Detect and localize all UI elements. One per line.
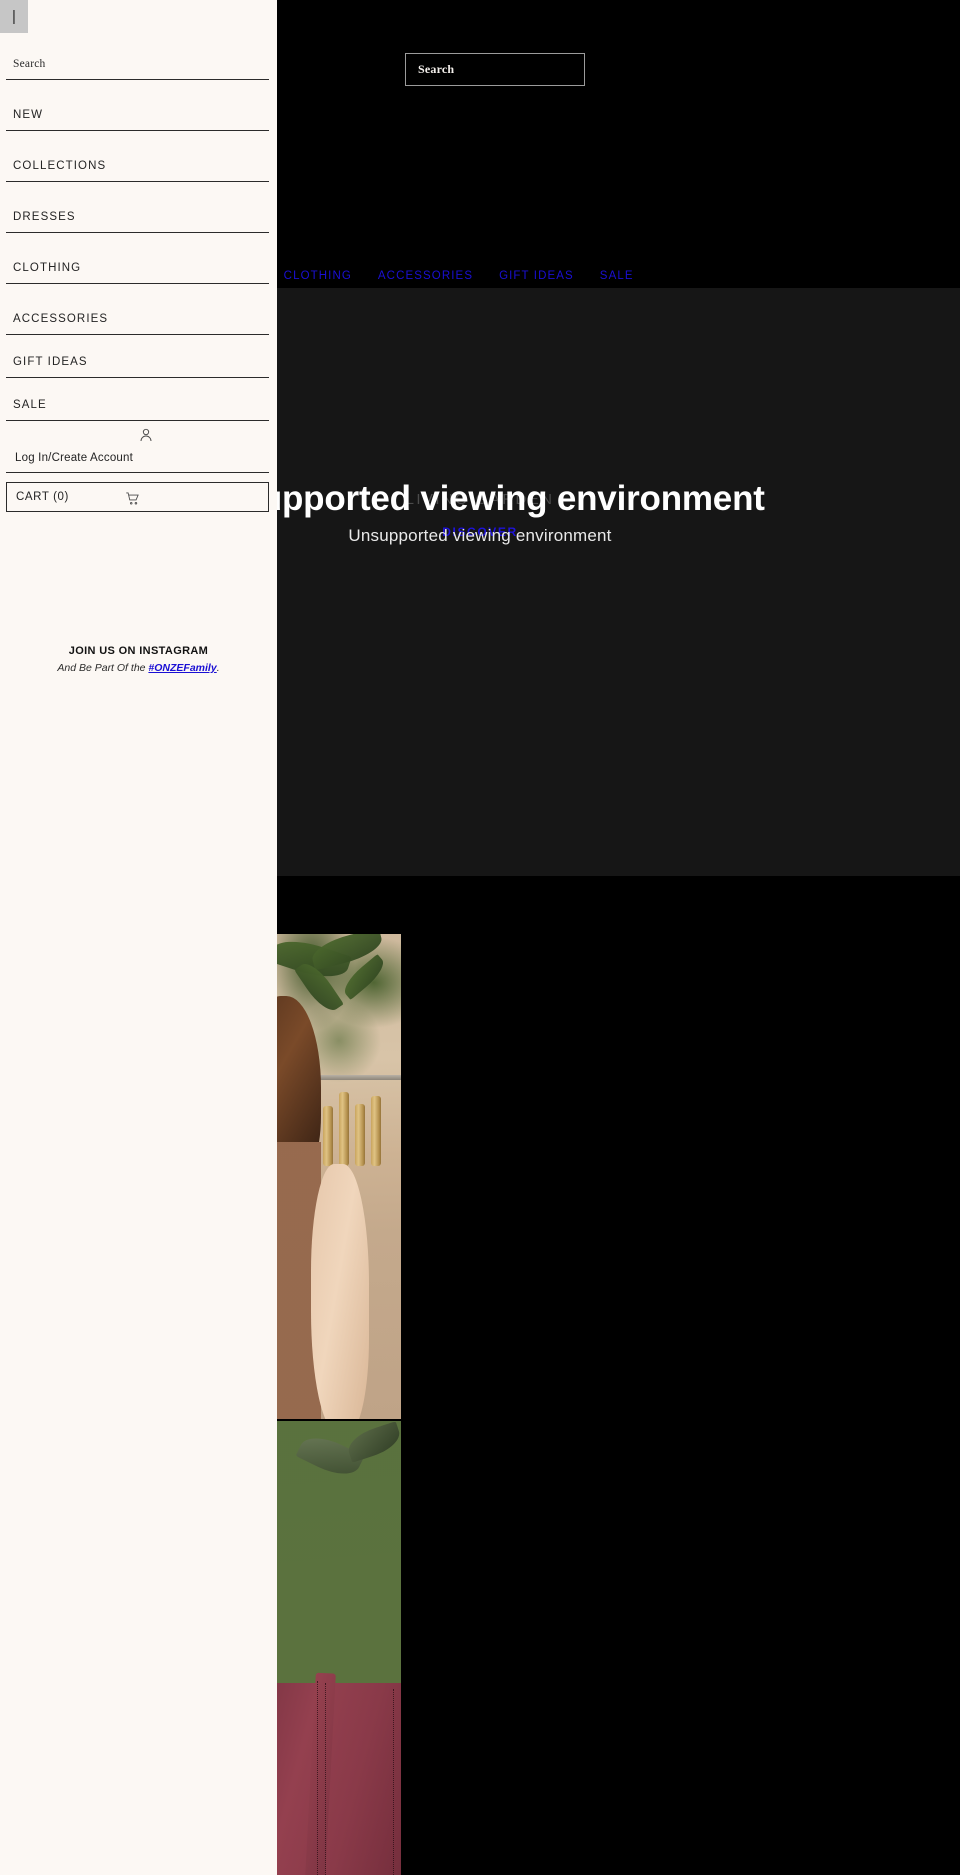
- nav-link-sale[interactable]: SALE: [587, 270, 647, 282]
- model-in-garden-photo[interactable]: [277, 934, 401, 1419]
- close-icon[interactable]: |: [0, 0, 28, 33]
- model-arm: [311, 1164, 369, 1419]
- cart-button[interactable]: CART (0): [6, 482, 269, 512]
- drawer-search-label: Search: [13, 58, 46, 70]
- header-search-input[interactable]: [406, 54, 584, 85]
- navigation-drawer: | Search NEW COLLECTIONS DRESSES CLOTHIN…: [0, 0, 277, 1875]
- bamboo-pole: [339, 1092, 349, 1166]
- instagram-subtitle-prefix: And Be Part Of the: [57, 662, 149, 674]
- garden-photo-surface: [277, 934, 401, 1419]
- bamboo-pole: [323, 1106, 333, 1166]
- login-create-account-label: Log In/Create Account: [15, 452, 133, 464]
- sidebar-item-collections[interactable]: COLLECTIONS: [6, 131, 269, 182]
- instagram-promo: JOIN US ON INSTAGRAM And Be Part Of the …: [0, 645, 277, 674]
- sidebar-item-label: DRESSES: [13, 211, 76, 223]
- handbag-stitching: [325, 1683, 326, 1875]
- bamboo-pole: [355, 1104, 365, 1166]
- page-root: DRESSES CLOTHING ACCESSORIES GIFT IDEAS …: [0, 0, 960, 1875]
- burgundy-handbag-photo[interactable]: [277, 1421, 401, 1875]
- sidebar-item-dresses[interactable]: DRESSES: [6, 182, 269, 233]
- handbag-stitching: [317, 1681, 318, 1875]
- sidebar-item-sale[interactable]: SALE: [6, 378, 269, 421]
- login-create-account-row[interactable]: Log In/Create Account: [6, 421, 269, 473]
- sidebar-item-label: ACCESSORIES: [13, 313, 109, 325]
- handbag-photo-surface: [277, 1421, 401, 1875]
- nav-link-accessories[interactable]: ACCESSORIES: [365, 270, 486, 282]
- sidebar-item-label: SALE: [13, 399, 47, 411]
- sidebar-item-clothing[interactable]: CLOTHING: [6, 233, 269, 284]
- sidebar-item-label: COLLECTIONS: [13, 160, 107, 172]
- handbag-body: [277, 1683, 401, 1875]
- nav-link-gift-ideas[interactable]: GIFT IDEAS: [486, 270, 587, 282]
- sidebar-item-new[interactable]: NEW: [6, 80, 269, 131]
- bamboo-pole: [371, 1096, 381, 1166]
- sidebar-item-label: CLOTHING: [13, 262, 82, 274]
- user-icon: [138, 427, 154, 443]
- drawer-search-field[interactable]: Search: [6, 36, 269, 80]
- cart-label: CART (0): [16, 491, 69, 503]
- instagram-subtitle: And Be Part Of the #ONZEFamily.: [0, 662, 277, 674]
- cart-icon: [125, 491, 140, 506]
- sidebar-item-gift-ideas[interactable]: GIFT IDEAS: [6, 335, 269, 378]
- header-search-box[interactable]: [405, 53, 585, 86]
- drawer-menu-list: Search NEW COLLECTIONS DRESSES CLOTHING …: [6, 36, 269, 512]
- instagram-title: JOIN US ON INSTAGRAM: [68, 645, 209, 657]
- instagram-subtitle-suffix: .: [216, 662, 220, 674]
- handbag-stitching: [393, 1689, 394, 1875]
- sidebar-item-label: NEW: [13, 109, 44, 121]
- sidebar-item-accessories[interactable]: ACCESSORIES: [6, 284, 269, 335]
- sidebar-item-label: GIFT IDEAS: [13, 356, 88, 368]
- nav-link-clothing[interactable]: CLOTHING: [271, 270, 365, 282]
- leaf-icon: [344, 1421, 401, 1463]
- instagram-hashtag-link[interactable]: #ONZEFamily: [148, 662, 216, 674]
